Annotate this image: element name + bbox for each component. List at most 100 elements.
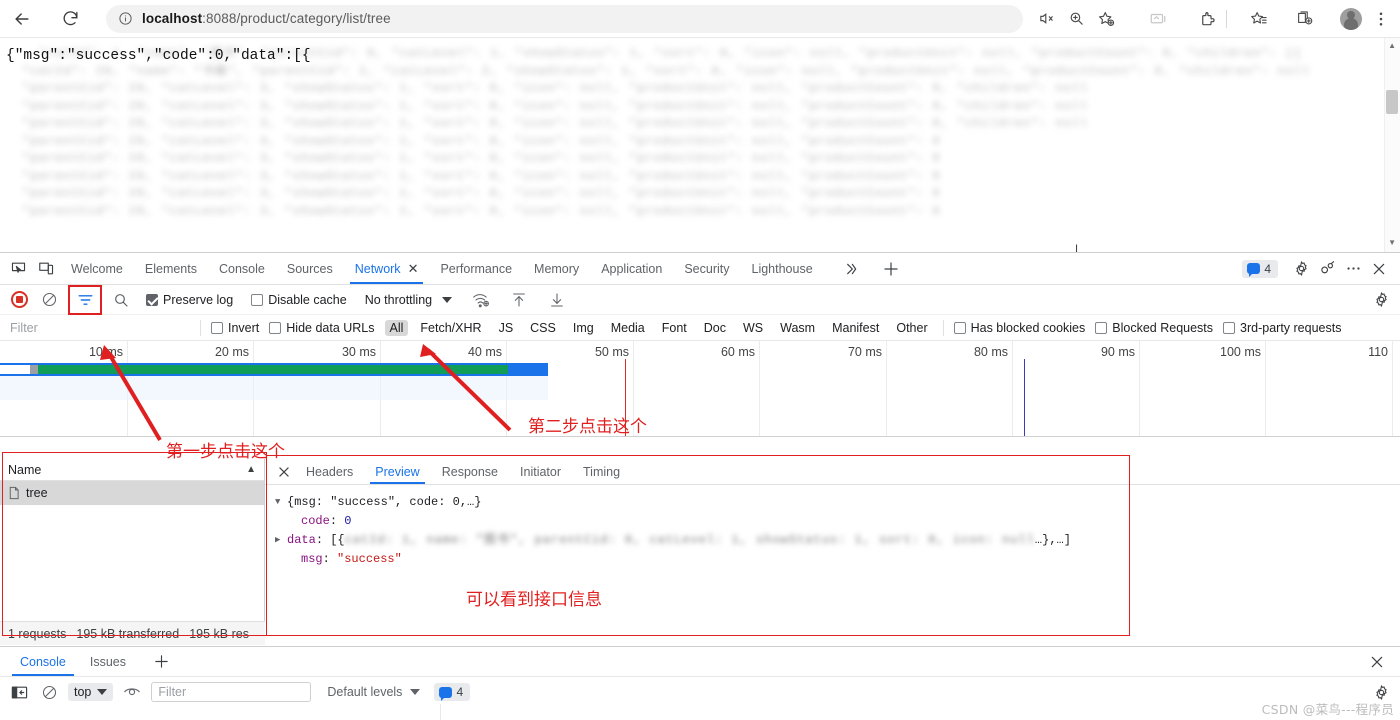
chevron-down-icon[interactable] — [97, 689, 108, 695]
profile-avatar-icon[interactable] — [1336, 4, 1366, 34]
page-scrollbar-thumb[interactable] — [1386, 90, 1398, 114]
devtools-tab-security[interactable]: Security — [673, 253, 740, 284]
filter-type-all[interactable]: All — [384, 319, 409, 336]
preserve-log-checkbox[interactable]: Preserve log — [146, 293, 233, 307]
filter-type-css[interactable]: CSS — [525, 320, 561, 336]
clear-icon[interactable] — [38, 289, 60, 311]
search-icon[interactable] — [110, 289, 132, 311]
live-expression-icon[interactable] — [121, 681, 143, 703]
network-settings-gear-icon[interactable] — [1370, 289, 1392, 311]
clear-console-icon[interactable] — [38, 681, 60, 703]
devtools-tab-application[interactable]: Application — [590, 253, 673, 284]
collections-icon[interactable] — [1143, 4, 1173, 34]
scroll-down-arrow[interactable]: ▼ — [1388, 238, 1396, 247]
drawer-tab-console[interactable]: Console — [8, 647, 78, 676]
expand-triangle-icon[interactable]: ▼ — [275, 493, 287, 512]
has-blocked-cookies-checkbox[interactable]: Has blocked cookies — [953, 321, 1085, 335]
devtools-tab-network[interactable]: Network ✕ — [344, 253, 430, 284]
console-levels-dropdown[interactable]: Default levels — [327, 685, 421, 699]
close-icon[interactable]: ✕ — [408, 261, 419, 277]
filter-type-ws[interactable]: WS — [738, 320, 768, 336]
has-blocked-cookies-box[interactable] — [953, 321, 966, 334]
add-favorite-icon[interactable] — [1091, 4, 1121, 34]
chevron-double-right-icon[interactable] — [838, 256, 864, 282]
filter-type-other[interactable]: Other — [891, 320, 932, 336]
issues-badge[interactable]: 4 — [1242, 259, 1278, 278]
devtools-tab-console[interactable]: Console — [208, 253, 276, 284]
devtools-tab-elements[interactable]: Elements — [134, 253, 208, 284]
third-party-requests-checkbox[interactable]: 3rd-party requests — [1223, 321, 1341, 335]
devtools-tab-welcome[interactable]: Welcome — [60, 253, 134, 284]
filter-type-fetch-xhr[interactable]: Fetch/XHR — [415, 320, 486, 336]
hide-data-urls-box[interactable] — [269, 321, 282, 334]
back-arrow-icon[interactable] — [6, 3, 38, 35]
read-aloud-icon[interactable] — [1031, 4, 1061, 34]
info-circle-icon[interactable] — [116, 10, 134, 28]
invert-checkbox[interactable]: Invert — [211, 321, 259, 335]
request-row[interactable]: tree — [0, 481, 264, 505]
throttling-dropdown[interactable]: No throttling — [365, 293, 453, 307]
chevron-down-icon[interactable] — [410, 689, 421, 695]
network-overview-timeline[interactable]: 10 ms 20 ms 30 ms 40 ms 50 ms 60 ms 70 ms 80 ms… — [0, 341, 1400, 437]
hide-data-urls-checkbox[interactable]: Hide data URLs — [269, 321, 375, 335]
scroll-up-arrow[interactable]: ▲ — [1388, 41, 1396, 50]
devtools-tab-sources[interactable]: Sources — [276, 253, 344, 284]
filter-type-js[interactable]: JS — [494, 320, 519, 336]
disable-cache-checkbox[interactable]: Disable cache — [251, 293, 347, 307]
favorites-icon[interactable] — [1244, 4, 1274, 34]
gear-icon[interactable] — [1288, 256, 1314, 282]
inspect-element-icon[interactable] — [4, 256, 32, 282]
show-console-sidebar-icon[interactable] — [8, 681, 30, 703]
third-party-box[interactable] — [1223, 321, 1236, 334]
import-har-icon[interactable] — [508, 289, 530, 311]
extensions-icon[interactable] — [1193, 4, 1223, 34]
more-options-icon[interactable] — [1340, 256, 1366, 282]
record-stop-icon[interactable] — [8, 289, 30, 311]
devtools-tab-lighthouse[interactable]: Lighthouse — [741, 253, 824, 284]
detail-tab-initiator[interactable]: Initiator — [509, 459, 572, 484]
browser-essentials-icon[interactable] — [1290, 4, 1320, 34]
close-icon[interactable] — [273, 461, 295, 483]
detail-tab-response[interactable]: Response — [431, 459, 509, 484]
detail-tab-timing[interactable]: Timing — [572, 459, 631, 484]
preview-row-data[interactable]: ▶ data: [{catId: 1, name: "图书", parentCi… — [275, 531, 1400, 550]
filter-type-font[interactable]: Font — [657, 320, 692, 336]
devtools-tab-performance[interactable]: Performance — [429, 253, 523, 284]
devtools-tab-memory[interactable]: Memory — [523, 253, 590, 284]
page-scrollbar[interactable]: ▲ ▼ — [1384, 38, 1400, 252]
filter-icon-highlight-box[interactable] — [68, 284, 102, 315]
console-issues-badge[interactable]: 4 — [434, 683, 471, 701]
settings-more-icon[interactable] — [1366, 4, 1396, 34]
plus-icon[interactable] — [878, 256, 904, 282]
plus-icon[interactable] — [148, 649, 174, 675]
network-filter-input[interactable] — [8, 317, 190, 338]
blocked-requests-checkbox[interactable]: Blocked Requests — [1095, 321, 1213, 335]
zoom-icon[interactable] — [1061, 4, 1091, 34]
console-context-selector[interactable]: top — [68, 683, 114, 701]
filter-type-img[interactable]: Img — [568, 320, 599, 336]
chevron-down-icon[interactable] — [442, 296, 453, 303]
detail-tab-headers[interactable]: Headers — [295, 459, 364, 484]
export-har-icon[interactable] — [546, 289, 568, 311]
filter-type-wasm[interactable]: Wasm — [775, 320, 820, 336]
preserve-log-box[interactable] — [146, 293, 158, 306]
disable-cache-box[interactable] — [251, 293, 264, 306]
customize-devtools-icon[interactable] — [1314, 256, 1340, 282]
filter-type-manifest[interactable]: Manifest — [827, 320, 884, 336]
preview-root-row[interactable]: ▼ {msg: "success", code: 0,…} — [275, 493, 1400, 512]
blocked-requests-box[interactable] — [1095, 321, 1108, 334]
close-icon[interactable] — [1366, 256, 1392, 282]
close-icon[interactable] — [1364, 649, 1390, 675]
toggle-device-toolbar-icon[interactable] — [32, 256, 60, 282]
console-filter-input[interactable] — [151, 682, 312, 702]
drawer-tab-issues[interactable]: Issues — [78, 647, 138, 676]
filter-type-doc[interactable]: Doc — [699, 320, 731, 336]
request-list-header[interactable]: Name ▲ — [0, 459, 264, 481]
address-bar[interactable]: localhost:8088/product/category/list/tre… — [106, 4, 1023, 33]
collapse-triangle-icon[interactable]: ▶ — [275, 531, 287, 550]
network-conditions-icon[interactable] — [470, 289, 492, 311]
filter-type-media[interactable]: Media — [606, 320, 650, 336]
reload-icon[interactable] — [54, 3, 86, 35]
detail-tab-preview[interactable]: Preview — [364, 459, 430, 484]
invert-box[interactable] — [211, 321, 223, 334]
